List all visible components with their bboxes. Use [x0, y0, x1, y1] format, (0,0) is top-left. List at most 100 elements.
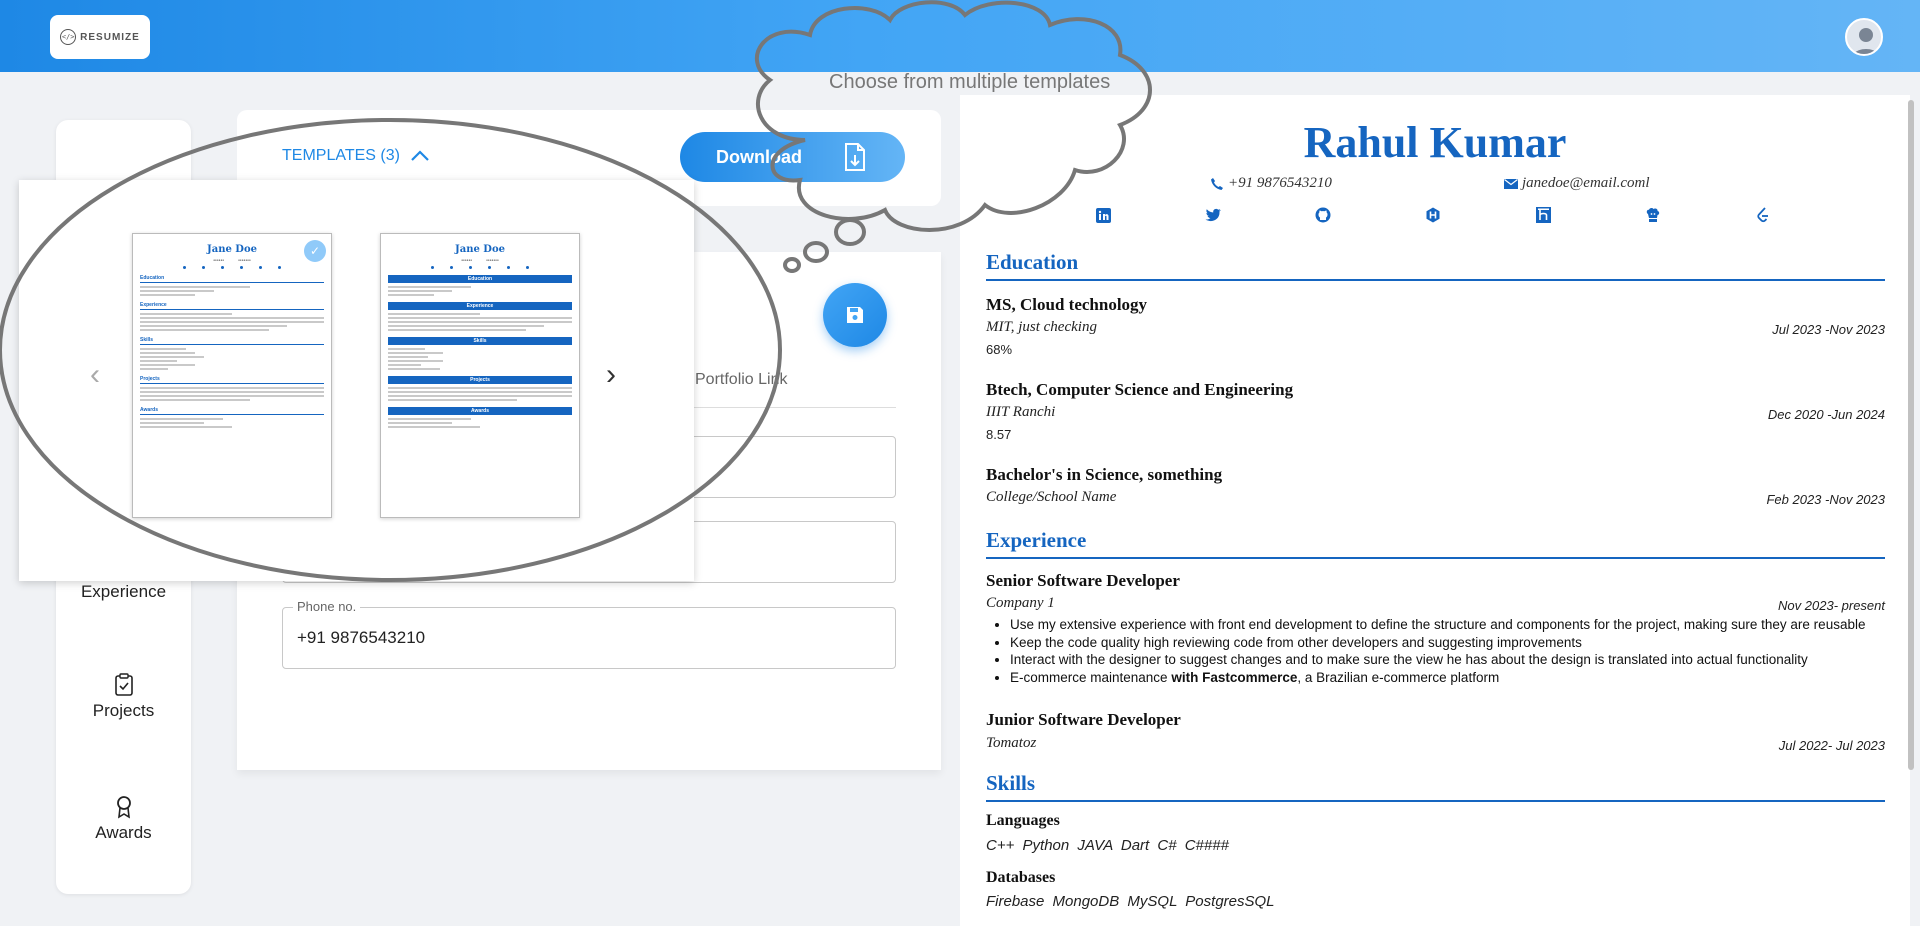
section-heading-education: Education: [986, 250, 1885, 281]
experience-role: Senior Software Developer: [986, 571, 1180, 590]
education-school: IIIT Ranchi: [986, 404, 1056, 420]
sidebar-item-label: Awards: [95, 823, 152, 842]
sidebar-item-projects[interactable]: Projects: [56, 673, 191, 721]
codechef-icon[interactable]: [1645, 207, 1661, 223]
education-school: College/School Name: [986, 489, 1117, 505]
education-score: 68%: [986, 342, 1013, 357]
thumb-lines: [388, 348, 572, 370]
sidebar-item-experience[interactable]: Experience: [56, 582, 191, 602]
logo-text: RESUMIZE: [80, 31, 140, 43]
experience-company: Tomatoz: [986, 735, 1037, 751]
mail-icon: [1504, 178, 1518, 189]
hackerearth-icon[interactable]: [1535, 207, 1551, 223]
thumb-section-heading: Projects: [388, 376, 572, 384]
code-icon: </>: [60, 29, 77, 45]
templates-toggle[interactable]: TEMPLATES (3): [282, 147, 430, 165]
thumb-social-icons: [133, 266, 331, 269]
list-item: Keep the code quality high reviewing cod…: [1010, 635, 1865, 650]
thumb-lines: [140, 313, 324, 331]
clipboard-check-icon: [114, 673, 133, 696]
thumb-section-heading: Awards: [140, 407, 324, 415]
experience-bullets: Use my extensive experience with front e…: [1010, 617, 1865, 687]
resume-email-text: janedoe@email.coml: [1522, 175, 1650, 191]
resume-phone: +91 9876543210: [1210, 175, 1332, 192]
education-score: 8.57: [986, 427, 1012, 442]
thumb-section-heading: Experience: [140, 302, 324, 310]
experience-company: Company 1: [986, 595, 1055, 611]
linkedin-icon[interactable]: [1095, 207, 1111, 223]
section-heading-skills: Skills: [986, 771, 1885, 802]
thumb-section-heading: Education: [388, 275, 572, 283]
app-header: </> RESUMIZE: [0, 0, 1920, 72]
save-icon: [847, 307, 863, 323]
thumb-lines: [388, 418, 572, 428]
app-logo[interactable]: </> RESUMIZE: [50, 15, 150, 59]
twitter-icon[interactable]: [1205, 207, 1221, 223]
phone-label: Phone no.: [293, 599, 361, 614]
thumb-section-heading: Experience: [388, 302, 572, 310]
annotation-text: Choose from multiple templates: [829, 71, 1111, 93]
skill-category: Databases: [986, 869, 1056, 886]
thumb-section-heading: Projects: [140, 376, 324, 384]
thumb-contact: ●●●●●● ●●●●●●●: [213, 258, 251, 262]
experience-dates: Jul 2022- Jul 2023: [1778, 738, 1885, 753]
education-dates: Feb 2023 -Nov 2023: [1766, 492, 1885, 507]
resume-phone-text: +91 9876543210: [1228, 175, 1332, 191]
hackerrank-icon[interactable]: [1425, 207, 1441, 223]
leetcode-icon[interactable]: [1755, 207, 1771, 223]
download-button[interactable]: Download: [680, 132, 905, 182]
sidebar-item-awards[interactable]: Awards: [56, 795, 191, 843]
avatar[interactable]: [1845, 18, 1883, 56]
skill-category: Languages: [986, 812, 1060, 829]
chevron-up-icon: [411, 150, 429, 161]
education-degree: Btech, Computer Science and Engineering: [986, 380, 1294, 399]
templates-label: TEMPLATES (3): [282, 147, 400, 164]
thumb-name: Jane Doe: [206, 244, 258, 255]
thumb-lines: [140, 387, 324, 401]
sidebar-item-label: Projects: [92, 701, 155, 720]
education-school: MIT, just checking: [986, 319, 1097, 335]
thumb-lines: [388, 313, 572, 331]
thumb-section-heading: Skills: [388, 337, 572, 345]
download-label: Download: [716, 146, 802, 167]
phone-icon: [1211, 177, 1223, 190]
file-download-icon: [845, 143, 865, 171]
thumb-lines: [140, 286, 324, 296]
education-degree: Bachelor's in Science, something: [986, 465, 1223, 484]
skill-list: C++ Python JAVA Dart C# C####: [986, 837, 1229, 854]
thumb-section-heading: Skills: [140, 337, 324, 345]
list-item: Use my extensive experience with front e…: [1010, 617, 1865, 632]
experience-role: Junior Software Developer: [986, 710, 1181, 729]
resume-preview: Rahul Kumar +91 9876543210 janedoe@email…: [960, 95, 1910, 926]
award-icon: [116, 796, 131, 819]
thumb-contact: ●●●●●● ●●●●●●●: [461, 258, 499, 262]
chevron-left-icon[interactable]: ‹: [90, 358, 100, 392]
user-icon: [1853, 28, 1879, 54]
list-item: Interact with the designer to suggest ch…: [1010, 652, 1865, 667]
tab-portfolio-link[interactable]: Portfolio Link: [695, 371, 788, 389]
section-heading-experience: Experience: [986, 528, 1885, 559]
thumb-lines: [140, 418, 324, 428]
thumb-social-icons: [381, 266, 579, 269]
education-dates: Jul 2023 -Nov 2023: [1772, 322, 1885, 337]
thumb-lines: [140, 348, 324, 370]
thumb-name: Jane Doe: [454, 244, 506, 255]
phone-value: +91 9876543210: [297, 628, 426, 647]
resume-email: janedoe@email.coml: [1504, 175, 1650, 192]
template-thumbnail-1[interactable]: Jane Doe ●●●●●● ●●●●●●● Education Experie…: [132, 233, 332, 518]
education-degree: MS, Cloud technology: [986, 295, 1148, 314]
scrollbar[interactable]: [1908, 100, 1914, 770]
github-icon[interactable]: [1315, 207, 1331, 223]
phone-field[interactable]: Phone no. +91 9876543210: [282, 599, 896, 669]
chevron-right-icon[interactable]: ›: [606, 358, 616, 392]
thumb-section-heading: Awards: [388, 407, 572, 415]
save-button[interactable]: [823, 283, 887, 347]
thumb-section-heading: Education: [140, 275, 324, 283]
template-thumbnail-2[interactable]: Jane Doe ●●●●●● ●●●●●●● Education Experie…: [380, 233, 580, 518]
annotation-bubble-dot: [834, 218, 866, 246]
experience-dates: Nov 2023- present: [1778, 598, 1885, 613]
education-dates: Dec 2020 -Jun 2024: [1767, 407, 1885, 422]
resume-name: Rahul Kumar: [1303, 118, 1567, 167]
selected-check-icon: ✓: [304, 240, 326, 262]
skill-list: Firebase MongoDB MySQL PostgresSQL: [986, 893, 1275, 910]
